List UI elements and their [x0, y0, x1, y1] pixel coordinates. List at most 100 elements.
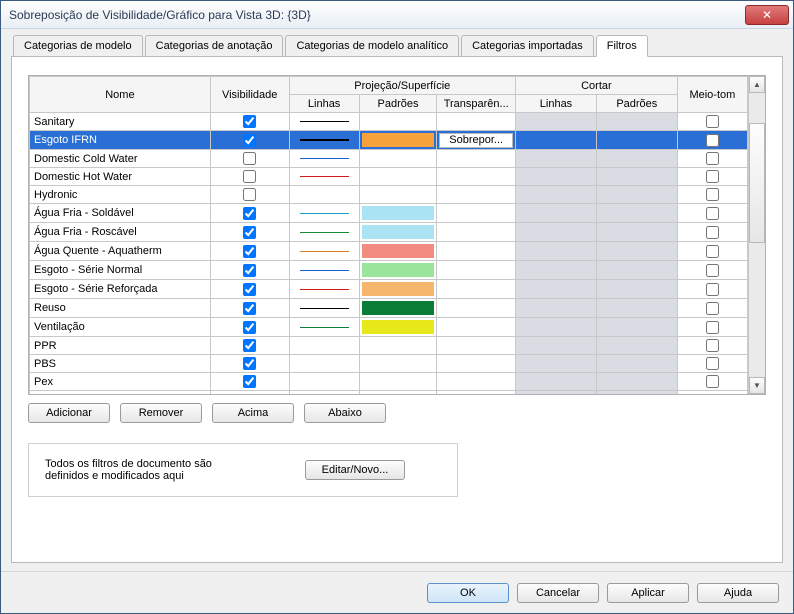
halftone-checkbox[interactable]	[706, 115, 719, 128]
cell-proj-transparency[interactable]	[437, 150, 516, 168]
cell-proj-lines[interactable]	[289, 280, 359, 299]
table-row[interactable]: PBS	[30, 355, 748, 373]
cell-cut-lines[interactable]	[516, 242, 597, 261]
cell-cut-lines[interactable]	[516, 223, 597, 242]
cell-proj-transparency[interactable]	[437, 242, 516, 261]
down-button[interactable]: Abaixo	[304, 403, 386, 423]
cell-proj-lines[interactable]	[289, 242, 359, 261]
cell-name[interactable]: Domestic Cold Water	[30, 150, 211, 168]
cell-cut-patterns[interactable]	[596, 204, 677, 223]
visibility-checkbox[interactable]	[243, 283, 256, 296]
cell-cut-patterns[interactable]	[596, 373, 677, 391]
halftone-checkbox[interactable]	[706, 245, 719, 258]
cell-halftone[interactable]	[677, 223, 747, 242]
visibility-checkbox[interactable]	[243, 264, 256, 277]
halftone-checkbox[interactable]	[706, 134, 719, 147]
cell-name[interactable]: Domestic Hot Water	[30, 168, 211, 186]
cell-cut-patterns[interactable]	[596, 113, 677, 131]
col-projection[interactable]: Projeção/Superfície	[289, 77, 516, 95]
table-row[interactable]: Esgoto - Série Reforçada	[30, 280, 748, 299]
cell-visibility[interactable]	[210, 373, 289, 391]
cell-proj-transparency[interactable]	[437, 113, 516, 131]
scroll-thumb[interactable]	[749, 123, 765, 243]
cell-halftone[interactable]	[677, 131, 747, 150]
col-proj-lines[interactable]: Linhas	[289, 95, 359, 113]
cell-proj-lines[interactable]	[289, 299, 359, 318]
table-row[interactable]: Hydronic	[30, 186, 748, 204]
cell-cut-lines[interactable]	[516, 280, 597, 299]
cell-proj-lines[interactable]	[289, 204, 359, 223]
cell-proj-lines[interactable]	[289, 223, 359, 242]
cell-proj-pattern[interactable]	[359, 280, 437, 299]
cell-halftone[interactable]	[677, 242, 747, 261]
cell-name[interactable]: Sanitary	[30, 113, 211, 131]
col-halftone[interactable]: Meio-tom	[677, 77, 747, 113]
cell-cut-lines[interactable]	[516, 131, 597, 150]
cell-cut-patterns[interactable]	[596, 242, 677, 261]
cell-proj-pattern[interactable]	[359, 186, 437, 204]
cell-visibility[interactable]	[210, 168, 289, 186]
cell-name[interactable]: Reuso	[30, 299, 211, 318]
cell-cut-lines[interactable]	[516, 337, 597, 355]
ok-button[interactable]: OK	[427, 583, 509, 603]
col-visibility[interactable]: Visibilidade	[210, 77, 289, 113]
cell-proj-lines[interactable]	[289, 355, 359, 373]
cell-cut-patterns[interactable]	[596, 150, 677, 168]
cell-name[interactable]: Água Fria - Soldável	[30, 204, 211, 223]
table-row[interactable]: Sanitary	[30, 113, 748, 131]
halftone-checkbox[interactable]	[706, 207, 719, 220]
cell-proj-pattern[interactable]	[359, 223, 437, 242]
cell-proj-transparency[interactable]	[437, 223, 516, 242]
halftone-checkbox[interactable]	[706, 302, 719, 315]
cell-cut-lines[interactable]	[516, 186, 597, 204]
cell-halftone[interactable]	[677, 355, 747, 373]
table-row[interactable]: Domestic Hot Water	[30, 168, 748, 186]
cell-visibility[interactable]	[210, 280, 289, 299]
visibility-checkbox[interactable]	[243, 226, 256, 239]
override-button[interactable]: Sobrepor...	[439, 133, 513, 148]
cell-visibility[interactable]	[210, 318, 289, 337]
cell-cut-patterns[interactable]	[596, 355, 677, 373]
col-proj-transp[interactable]: Transparên...	[437, 95, 516, 113]
cell-visibility[interactable]	[210, 150, 289, 168]
col-cut-patterns[interactable]: Padrões	[596, 95, 677, 113]
cell-cut-patterns[interactable]	[596, 318, 677, 337]
table-row[interactable]: Esgoto - Série Normal	[30, 261, 748, 280]
cell-proj-pattern[interactable]	[359, 373, 437, 391]
cell-proj-lines[interactable]	[289, 318, 359, 337]
cell-cut-patterns[interactable]	[596, 168, 677, 186]
cell-visibility[interactable]	[210, 204, 289, 223]
cell-proj-lines[interactable]	[289, 373, 359, 391]
cell-halftone[interactable]	[677, 280, 747, 299]
cell-cut-patterns[interactable]	[596, 280, 677, 299]
cancel-button[interactable]: Cancelar	[517, 583, 599, 603]
visibility-checkbox[interactable]	[243, 207, 256, 220]
table-row[interactable]: Ventilação	[30, 318, 748, 337]
cell-visibility[interactable]	[210, 242, 289, 261]
cell-proj-pattern[interactable]	[359, 299, 437, 318]
cell-proj-lines[interactable]	[289, 168, 359, 186]
cell-name[interactable]: Esgoto - Série Normal	[30, 261, 211, 280]
cell-proj-transparency[interactable]	[437, 168, 516, 186]
tab-annotation-categories[interactable]: Categorias de anotação	[145, 35, 284, 56]
cell-proj-pattern[interactable]	[359, 113, 437, 131]
cell-cut-lines[interactable]	[516, 355, 597, 373]
visibility-checkbox[interactable]	[243, 170, 256, 183]
table-row[interactable]: Esgoto IFRNSobrepor...	[30, 131, 748, 150]
cell-name[interactable]: Água Fria - Roscável	[30, 223, 211, 242]
halftone-checkbox[interactable]	[706, 152, 719, 165]
cell-visibility[interactable]	[210, 299, 289, 318]
table-row[interactable]: Domestic Cold Water	[30, 150, 748, 168]
visibility-checkbox[interactable]	[243, 152, 256, 165]
halftone-checkbox[interactable]	[706, 357, 719, 370]
cell-cut-patterns[interactable]	[596, 223, 677, 242]
cell-proj-lines[interactable]	[289, 186, 359, 204]
cell-proj-pattern[interactable]	[359, 242, 437, 261]
cell-halftone[interactable]	[677, 168, 747, 186]
cell-proj-pattern[interactable]	[359, 337, 437, 355]
cell-proj-transparency[interactable]	[437, 318, 516, 337]
cell-proj-transparency[interactable]	[437, 280, 516, 299]
cell-cut-lines[interactable]	[516, 150, 597, 168]
halftone-checkbox[interactable]	[706, 170, 719, 183]
visibility-checkbox[interactable]	[243, 357, 256, 370]
